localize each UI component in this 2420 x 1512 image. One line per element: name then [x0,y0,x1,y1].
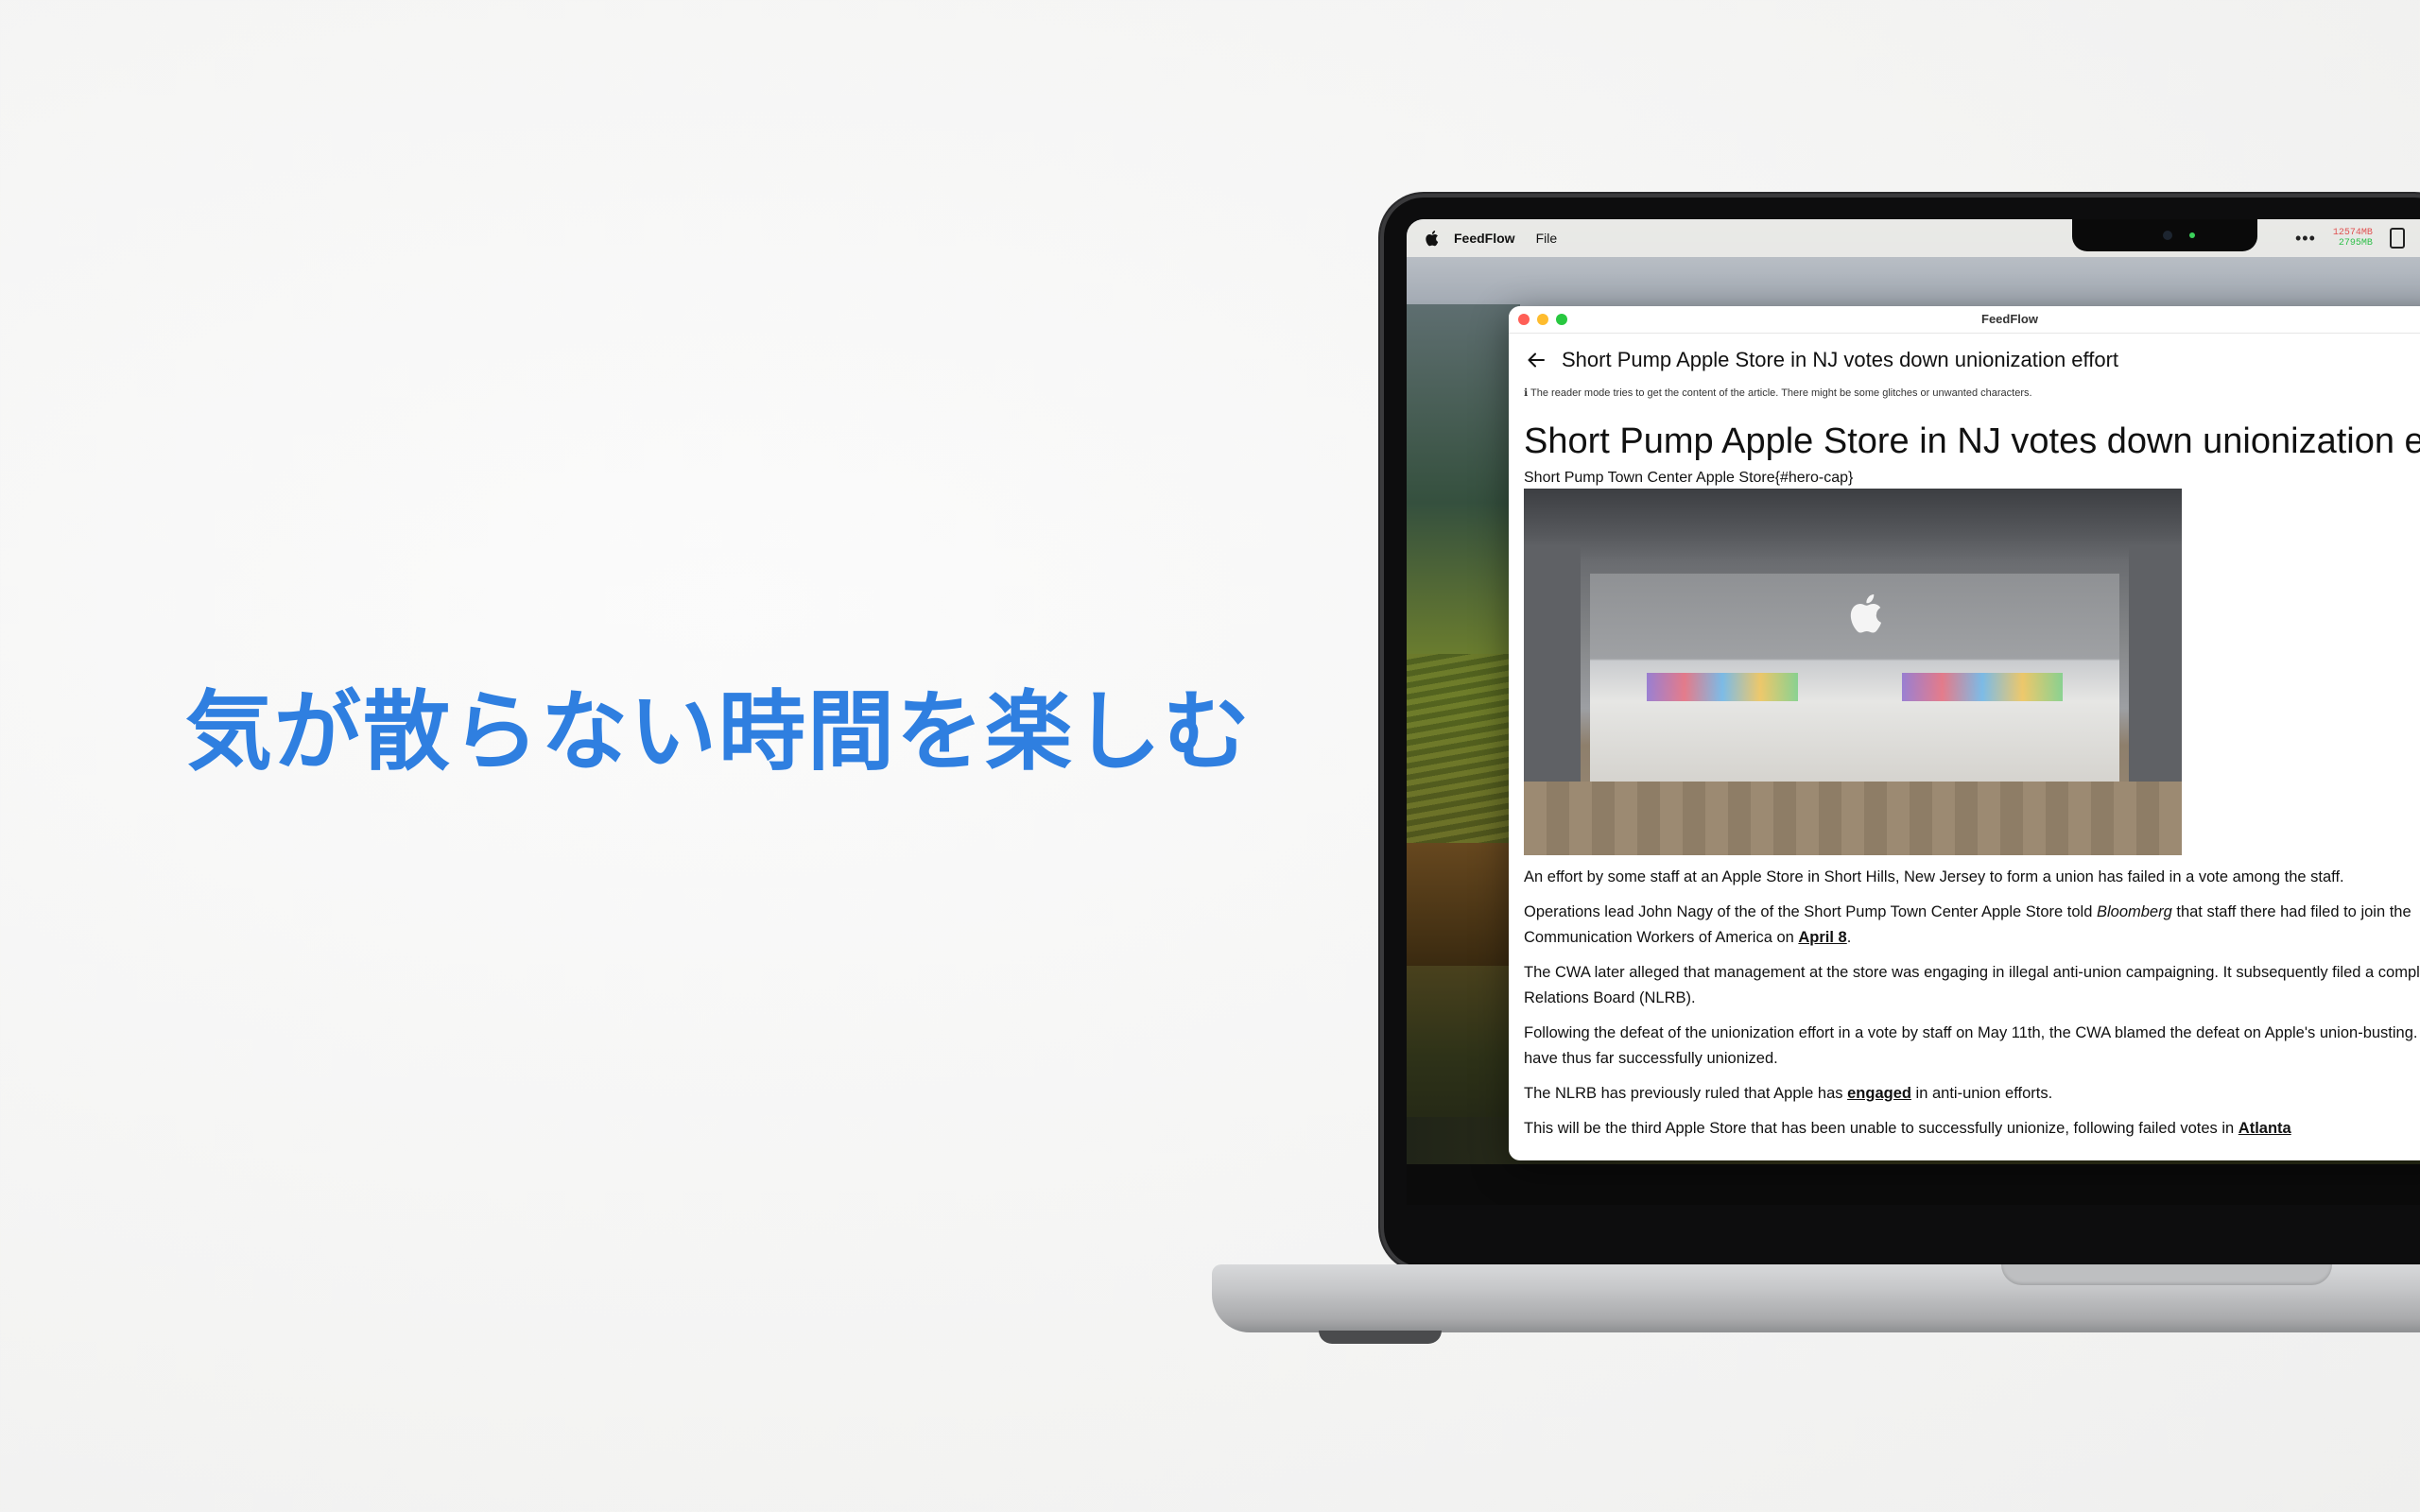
menu-bar: FeedFlow File ••• 12574MB 2795MB [1407,219,2420,257]
more-menu-icon[interactable]: ••• [2295,229,2316,249]
store-display [1647,673,1798,701]
paragraph-text: Relations Board (NLRB). [1524,989,1696,1006]
article-heading: Short Pump Apple Store in NJ votes down … [1524,421,2420,461]
paragraph-text: An effort by some staff at an Apple Stor… [1524,868,2344,885]
camera-notch [2072,219,2257,251]
feedflow-window: FeedFlow Short Pump Apple Store in NJ vo… [1509,306,2420,1160]
phone-icon[interactable] [2389,228,2405,249]
paragraph-text: Following the defeat of the unionization… [1524,1024,2420,1041]
article-paragraph: Operations lead John Nagy of the of the … [1524,900,2420,951]
window-title: FeedFlow [1981,312,2038,326]
paragraph-text: that staff there had filed to join the [2171,903,2411,920]
article-link[interactable]: April 8 [1798,929,1846,946]
paragraph-text: Communication Workers of America on [1524,929,1799,946]
reader-mode-note: ℹ The reader mode tries to get the conte… [1524,387,2032,399]
paragraph-text: in anti-union efforts. [1910,1085,2053,1102]
paragraph-text: This will be the third Apple Store that … [1524,1120,2238,1137]
memory-monitor[interactable]: 12574MB 2795MB [2333,228,2373,249]
paragraph-text: . [1846,929,1852,946]
headline: 気が散らない時間を楽しむ [185,681,1253,782]
apple-logo-icon [1850,594,1881,633]
article-paragraph: This will be the third Apple Store that … [1524,1116,2420,1142]
menu-file[interactable]: File [1536,231,1558,246]
article-link[interactable]: Atlanta [2238,1120,2291,1137]
menu-extras: ••• 12574MB 2795MB [2295,219,2405,257]
camera-indicator [2189,232,2195,238]
laptop-opening-lip [2001,1264,2332,1285]
paragraph-text: have thus far successfully unionized. [1524,1050,1778,1067]
article-link[interactable]: engaged [1847,1085,1911,1102]
store-display [1902,673,2063,701]
article-paragraph: Following the defeat of the unionization… [1524,1021,2420,1072]
article-paragraph: An effort by some staff at an Apple Stor… [1524,865,2420,890]
mall-pillar [2129,545,2182,782]
wallpaper-hillside [1407,304,1520,966]
reader-toolbar: Short Pump Apple Store in NJ votes down … [1509,334,2420,387]
paragraph-text: The CWA later alleged that management at… [1524,964,2420,981]
hero-image [1524,489,2182,855]
camera-icon [2163,231,2172,240]
memory-free: 2795MB [2338,238,2373,249]
window-titlebar: FeedFlow [1509,306,2420,334]
back-arrow-icon[interactable] [1524,350,1548,370]
image-caption: Short Pump Town Center Apple Store{#hero… [1524,470,1854,486]
source-name: Bloomberg [2096,903,2172,920]
article-content: Short Pump Apple Store in NJ votes down … [1509,421,2420,1142]
wallpaper-vineyard [1407,654,1511,843]
paragraph-text: The NLRB has previously ruled that Apple… [1524,1085,1848,1102]
laptop-foot [1319,1331,1442,1344]
laptop-screen: FeedFlow File ••• 12574MB 2795MB FeedFlo… [1407,219,2420,1205]
article-paragraph: The NLRB has previously ruled that Apple… [1524,1081,2420,1107]
memory-used: 12574MB [2332,228,2373,238]
apple-menu-icon[interactable] [1426,230,1441,247]
article-title-bar: Short Pump Apple Store in NJ votes down … [1562,348,2119,371]
screen-bottom-bezel [1407,1164,2420,1205]
article-paragraph: The CWA later alleged that management at… [1524,960,2420,1011]
store-floor [1524,782,2182,855]
laptop-base [1212,1264,2420,1332]
menu-app-name[interactable]: FeedFlow [1454,231,1515,246]
mall-pillar [1524,545,1581,782]
paragraph-text: Operations lead John Nagy of the of the … [1524,903,2097,920]
